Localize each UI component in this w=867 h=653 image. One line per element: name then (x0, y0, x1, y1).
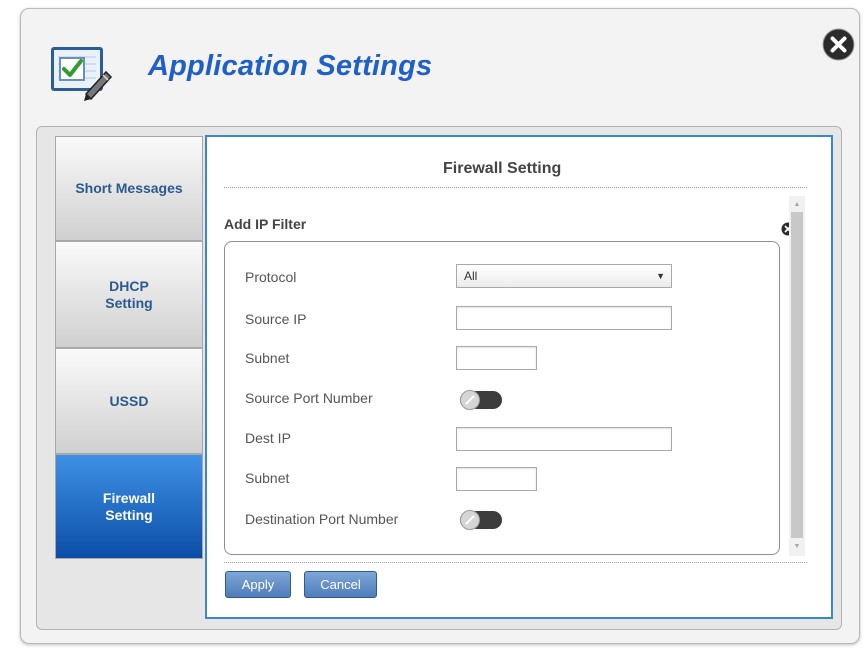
protocol-select[interactable]: All ▼ (456, 264, 672, 288)
source-ip-label: Source IP (245, 311, 307, 327)
source-subnet-input[interactable] (456, 346, 537, 370)
scroll-down-arrow-icon[interactable]: ▼ (789, 540, 805, 554)
protocol-selected-value: All (464, 269, 478, 283)
tab-label: Short Messages (75, 180, 183, 196)
dest-ip-label: Dest IP (245, 430, 291, 446)
tab-label-line: Firewall (102, 489, 156, 506)
tab-firewall-setting[interactable]: Firewall Setting (55, 454, 203, 559)
cancel-button[interactable]: Cancel (304, 571, 377, 598)
scrollbar[interactable]: ▲ ▼ (789, 196, 805, 556)
source-port-label: Source Port Number (245, 390, 373, 406)
close-icon[interactable] (822, 28, 855, 61)
tab-label-line: Setting (105, 506, 153, 523)
source-subnet-label: Subnet (245, 350, 290, 366)
dest-subnet-label: Subnet (245, 470, 290, 486)
panel-title: Firewall Setting (443, 160, 562, 177)
protocol-label: Protocol (245, 269, 297, 285)
apply-button[interactable]: Apply (225, 571, 291, 598)
source-port-toggle[interactable] (459, 390, 503, 410)
dest-subnet-input[interactable] (456, 467, 537, 491)
add-ip-filter-heading: Add IP Filter (224, 216, 307, 232)
divider (224, 562, 807, 563)
tab-dhcp-setting[interactable]: DHCP Setting (55, 241, 203, 348)
tab-ussd[interactable]: USSD (55, 348, 203, 454)
tab-label: USSD (109, 392, 149, 409)
scrollbar-thumb[interactable] (791, 212, 803, 538)
source-ip-input[interactable] (456, 306, 672, 330)
destination-port-toggle[interactable] (459, 510, 503, 530)
divider (224, 187, 807, 188)
dropdown-arrow-icon: ▼ (656, 271, 665, 281)
dest-ip-input[interactable] (456, 427, 672, 451)
tab-short-messages[interactable]: Short Messages (55, 136, 203, 241)
destination-port-label: Destination Port Number (245, 511, 399, 527)
scroll-up-arrow-icon[interactable]: ▲ (789, 198, 805, 212)
tab-label-line: DHCP (109, 277, 149, 294)
dialog-title: Application Settings (148, 50, 433, 82)
tab-label-line: Setting (105, 294, 153, 311)
settings-checklist-icon (51, 47, 113, 101)
